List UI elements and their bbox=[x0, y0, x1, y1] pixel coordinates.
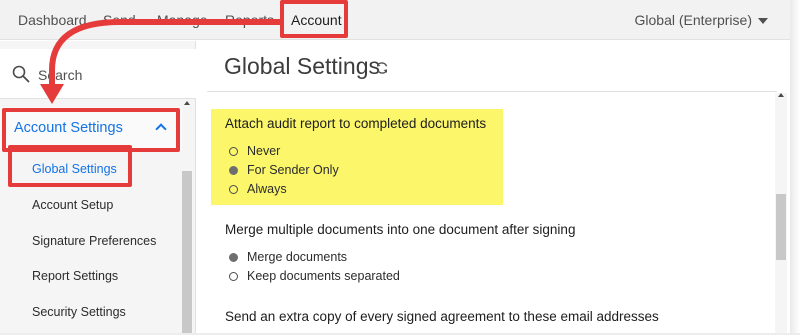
sidebar-item-account-setup[interactable]: Account Setup bbox=[32, 198, 113, 212]
page-title: Global Settings bbox=[224, 53, 380, 79]
nav-manage[interactable]: Manage bbox=[157, 12, 208, 28]
top-nav: Dashboard Send Manage Reports Account Gl… bbox=[0, 0, 790, 40]
global-settings-highlight-box bbox=[8, 145, 132, 187]
main-content: Global Settings Attach audit report to c… bbox=[197, 41, 790, 335]
title-divider bbox=[207, 91, 777, 92]
radio-button[interactable] bbox=[229, 272, 238, 281]
radio-label: Always bbox=[247, 182, 287, 196]
sidebar-section-label: Account Settings bbox=[14, 120, 123, 136]
sidebar: Search Account Settings Global Settings … bbox=[0, 41, 196, 335]
main-scroll-up[interactable] bbox=[778, 93, 784, 97]
radio-button[interactable] bbox=[229, 185, 238, 194]
section-title-audit-report: Attach audit report to completed documen… bbox=[225, 116, 487, 131]
search-icon bbox=[12, 65, 30, 83]
nav-reports[interactable]: Reports bbox=[225, 12, 274, 28]
frame-shadow bbox=[790, 0, 800, 335]
account-highlight-box bbox=[280, 0, 348, 38]
radio-label: Merge documents bbox=[247, 250, 348, 264]
account-menu[interactable]: Global (Enterprise) bbox=[634, 12, 768, 28]
radio-label: For Sender Only bbox=[247, 163, 339, 177]
section-title-extra-copy: Send an extra copy of every signed agree… bbox=[225, 309, 659, 324]
radio-option[interactable]: Never bbox=[229, 144, 280, 158]
radio-option[interactable]: Merge documents bbox=[229, 250, 347, 264]
radio-option[interactable]: Keep documents separated bbox=[229, 269, 400, 283]
radio-button-checked[interactable] bbox=[229, 166, 238, 175]
nav-dashboard[interactable]: Dashboard bbox=[18, 12, 87, 28]
radio-option[interactable]: For Sender Only bbox=[229, 163, 339, 177]
radio-button[interactable] bbox=[229, 147, 238, 156]
sidebar-item-report-settings[interactable]: Report Settings bbox=[32, 269, 118, 283]
caret-down-icon bbox=[758, 18, 768, 25]
radio-button-checked[interactable] bbox=[229, 253, 238, 262]
search-label: Search bbox=[38, 67, 83, 83]
sidebar-item-security-settings[interactable]: Security Settings bbox=[32, 305, 126, 319]
sidebar-scrollbar[interactable] bbox=[182, 171, 192, 335]
radio-option[interactable]: Always bbox=[229, 182, 287, 196]
section-title-merge-documents: Merge multiple documents into one docume… bbox=[225, 222, 576, 237]
sidebar-scroll-up[interactable] bbox=[184, 101, 190, 105]
radio-label: Keep documents separated bbox=[247, 269, 400, 283]
refresh-icon[interactable] bbox=[375, 61, 389, 75]
nav-send[interactable]: Send bbox=[103, 12, 136, 28]
search-box[interactable]: Search bbox=[0, 49, 196, 99]
sidebar-item-signature-preferences[interactable]: Signature Preferences bbox=[32, 234, 156, 248]
main-scrollbar-thumb[interactable] bbox=[776, 194, 786, 260]
account-menu-label: Global (Enterprise) bbox=[634, 12, 753, 28]
radio-label: Never bbox=[247, 144, 281, 158]
